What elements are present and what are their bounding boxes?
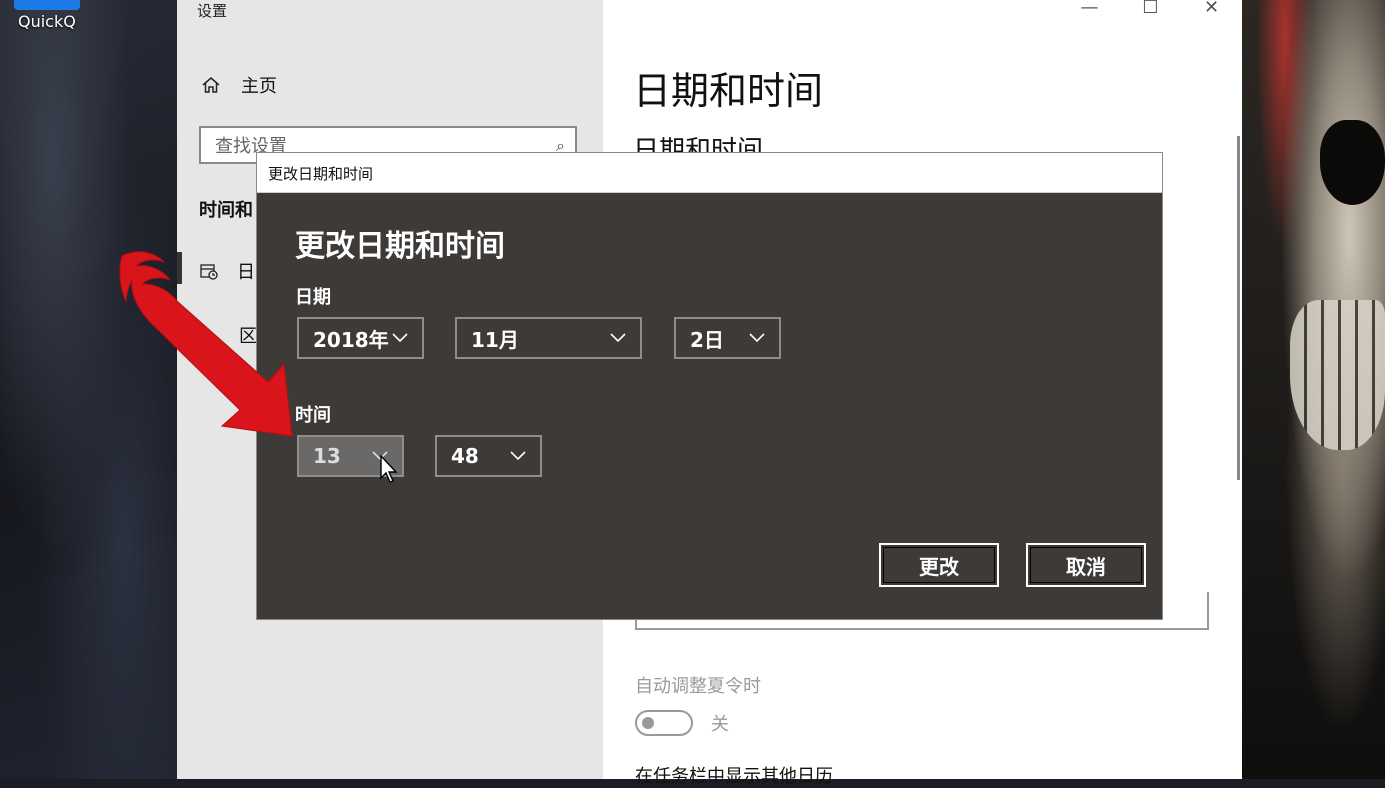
chevron-down-icon [510, 451, 526, 461]
day-value: 2日 [690, 327, 724, 352]
close-button[interactable]: ✕ [1181, 0, 1242, 20]
desktop-icon-label[interactable]: QuickQ [18, 12, 76, 31]
window-title: 设置 [197, 2, 228, 20]
dialog-heading: 更改日期和时间 [295, 229, 505, 264]
mouse-pointer-icon [380, 455, 398, 483]
minute-dropdown[interactable]: 48 [435, 435, 542, 477]
cancel-button[interactable]: 取消 [1026, 543, 1146, 587]
window-controls: — ☐ ✕ [1059, 0, 1242, 20]
chevron-down-icon [392, 333, 408, 343]
red-arrow-annotation [119, 251, 293, 437]
chevron-down-icon [749, 333, 765, 343]
dst-label: 自动调整夏令时 [635, 676, 761, 697]
wallpaper-skull-eye [1320, 120, 1385, 205]
month-dropdown[interactable]: 11月 [455, 317, 642, 359]
dst-toggle-state: 关 [711, 714, 729, 735]
nav-home-label: 主页 [241, 76, 277, 97]
page-title: 日期和时间 [633, 69, 824, 113]
hour-value: 13 [313, 444, 341, 468]
wallpaper-skull-teeth [1290, 300, 1385, 450]
chevron-down-icon [610, 333, 626, 343]
day-dropdown[interactable]: 2日 [674, 317, 781, 359]
minimize-button[interactable]: — [1059, 0, 1120, 20]
year-value: 2018年 [313, 327, 389, 352]
maximize-button[interactable]: ☐ [1120, 0, 1181, 20]
change-button[interactable]: 更改 [879, 543, 999, 587]
minute-value: 48 [451, 444, 479, 468]
content-scrollbar[interactable] [1237, 136, 1240, 480]
dst-toggle-row: 关 [635, 710, 729, 736]
nav-home[interactable]: 主页 [201, 72, 277, 98]
quickq-desktop-icon[interactable] [14, 0, 80, 10]
month-value: 11月 [471, 327, 519, 352]
dst-toggle[interactable] [635, 710, 693, 736]
dialog-titlebar: 更改日期和时间 [257, 153, 1162, 193]
extra-calendars-label: 在任务栏中显示其他日历 [635, 766, 833, 787]
change-date-time-dialog: 更改日期和时间 更改日期和时间 日期 2018年 11月 2日 时间 13 48… [256, 152, 1163, 620]
nav-section-title: 时间和 [199, 200, 253, 221]
home-icon [202, 77, 220, 93]
